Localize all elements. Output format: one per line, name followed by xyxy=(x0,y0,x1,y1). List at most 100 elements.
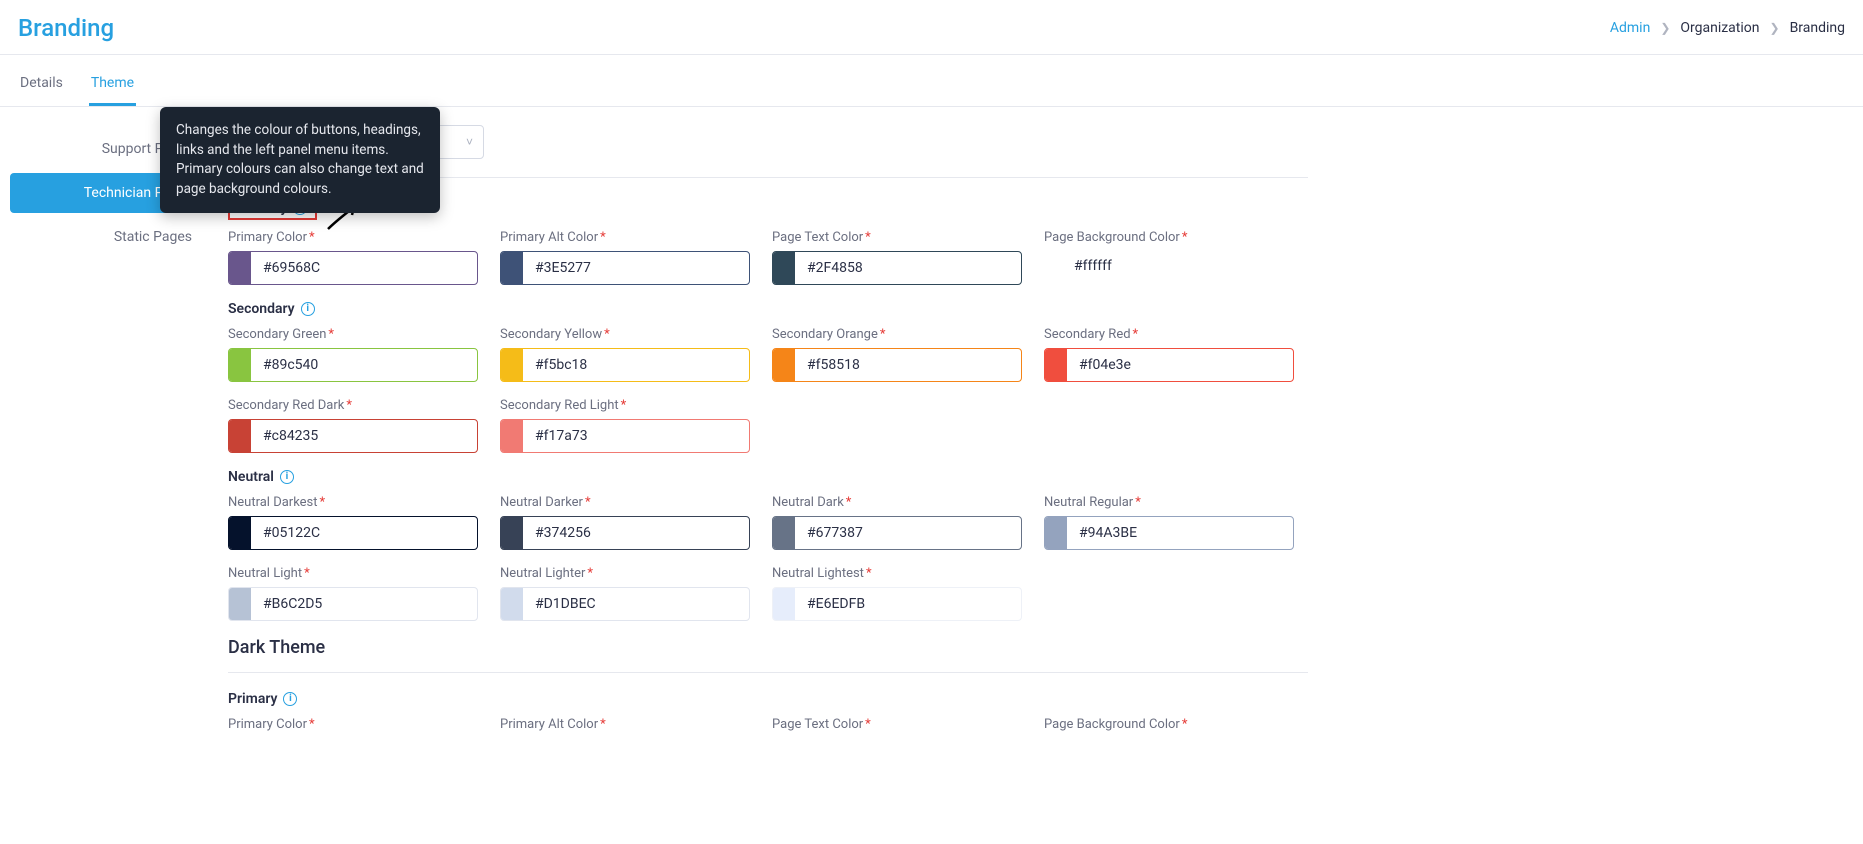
field-label: Primary Alt Color xyxy=(500,230,598,245)
field-secondary-orange: Secondary Orange* #f58518 xyxy=(772,327,1022,382)
color-value: #94A3BE xyxy=(1067,525,1137,541)
chevron-right-icon: ❯ xyxy=(1770,21,1780,35)
required-icon: * xyxy=(866,566,872,581)
field-label: Neutral Light xyxy=(228,566,302,581)
color-input[interactable]: #94A3BE xyxy=(1044,516,1294,550)
field-label: Secondary Red Dark xyxy=(228,398,344,413)
color-value: #f58518 xyxy=(795,357,860,373)
color-input[interactable]: #05122C xyxy=(228,516,478,550)
color-input[interactable]: #3E5277 xyxy=(500,251,750,285)
color-swatch xyxy=(773,349,795,381)
field-neutral-lightest: Neutral Lightest* #E6EDFB xyxy=(772,566,1022,621)
color-swatch xyxy=(773,252,795,284)
color-swatch xyxy=(773,517,795,549)
color-value: #374256 xyxy=(523,525,591,541)
chevron-down-icon: ˅ xyxy=(466,135,473,149)
field-label: Primary Color xyxy=(228,230,307,245)
color-swatch xyxy=(229,517,251,549)
field-label: Neutral Lightest xyxy=(772,566,864,581)
field-label: Secondary Orange xyxy=(772,327,878,342)
field-dark-primary-color: Primary Color* xyxy=(228,717,478,738)
breadcrumb-admin[interactable]: Admin xyxy=(1610,20,1650,36)
field-neutral-light: Neutral Light* #B6C2D5 xyxy=(228,566,478,621)
field-secondary-green: Secondary Green* #89c540 xyxy=(228,327,478,382)
color-input[interactable]: #69568C xyxy=(228,251,478,285)
breadcrumb-branding: Branding xyxy=(1790,20,1845,36)
breadcrumb: Admin ❯ Organization ❯ Branding xyxy=(1610,20,1845,36)
color-value: #c84235 xyxy=(251,428,318,444)
group-heading-secondary: Secondary i xyxy=(228,301,315,317)
field-neutral-darkest: Neutral Darkest* #05122C xyxy=(228,495,478,550)
color-value: #3E5277 xyxy=(523,260,591,276)
color-input[interactable]: #f58518 xyxy=(772,348,1022,382)
body: Changes the colour of buttons, headings,… xyxy=(0,107,1863,772)
color-input[interactable]: #B6C2D5 xyxy=(228,587,478,621)
color-swatch xyxy=(229,349,251,381)
color-input[interactable]: #c84235 xyxy=(228,419,478,453)
color-value: #f5bc18 xyxy=(523,357,587,373)
color-value: #05122C xyxy=(251,525,320,541)
info-icon[interactable]: i xyxy=(280,470,294,484)
breadcrumb-organization[interactable]: Organization xyxy=(1680,20,1759,36)
sidebar-item-static-pages[interactable]: Static Pages xyxy=(10,217,210,257)
required-icon: * xyxy=(1182,717,1188,732)
required-icon: * xyxy=(1135,495,1141,510)
field-label: Neutral Regular xyxy=(1044,495,1133,510)
field-label: Secondary Green xyxy=(228,327,326,342)
field-secondary-yellow: Secondary Yellow* #f5bc18 xyxy=(500,327,750,382)
color-input[interactable]: #89c540 xyxy=(228,348,478,382)
field-dark-page-text-color: Page Text Color* xyxy=(772,717,1022,738)
field-label: Neutral Lighter xyxy=(500,566,585,581)
tab-theme[interactable]: Theme xyxy=(89,63,136,106)
field-neutral-lighter: Neutral Lighter* #D1DBEC xyxy=(500,566,750,621)
color-value: #677387 xyxy=(795,525,863,541)
required-icon: * xyxy=(1133,327,1139,342)
color-input[interactable]: #374256 xyxy=(500,516,750,550)
required-icon: * xyxy=(600,230,606,245)
color-swatch xyxy=(229,420,251,452)
required-icon: * xyxy=(865,230,871,245)
group-secondary: Secondary i Secondary Green* #89c540 Sec… xyxy=(228,301,1428,453)
chevron-right-icon: ❯ xyxy=(1660,21,1670,35)
color-value: #E6EDFB xyxy=(795,596,865,612)
color-swatch xyxy=(773,588,795,620)
color-swatch xyxy=(229,588,251,620)
required-icon: * xyxy=(621,398,627,413)
divider xyxy=(228,672,1308,673)
info-icon[interactable]: i xyxy=(301,302,315,316)
group-neutral: Neutral i Neutral Darkest* #05122C Neutr… xyxy=(228,469,1428,621)
color-input[interactable]: #2F4858 xyxy=(772,251,1022,285)
field-neutral-dark: Neutral Dark* #677387 xyxy=(772,495,1022,550)
field-label: Primary Color xyxy=(228,717,307,732)
required-icon: * xyxy=(600,717,606,732)
color-input[interactable]: #f5bc18 xyxy=(500,348,750,382)
field-dark-primary-alt-color: Primary Alt Color* xyxy=(500,717,750,738)
field-primary-color: Primary Color* #69568C xyxy=(228,230,478,285)
color-value[interactable]: #ffffff xyxy=(1044,251,1294,281)
color-input[interactable]: #677387 xyxy=(772,516,1022,550)
color-input[interactable]: #f04e3e xyxy=(1044,348,1294,382)
required-icon: * xyxy=(865,717,871,732)
tab-details[interactable]: Details xyxy=(18,63,65,106)
color-swatch xyxy=(1045,349,1067,381)
field-label: Page Background Color xyxy=(1044,230,1180,245)
field-neutral-darker: Neutral Darker* #374256 xyxy=(500,495,750,550)
field-label: Page Text Color xyxy=(772,230,863,245)
color-input[interactable]: #D1DBEC xyxy=(500,587,750,621)
color-swatch xyxy=(229,252,251,284)
required-icon: * xyxy=(328,327,334,342)
primary-tooltip: Changes the colour of buttons, headings,… xyxy=(160,107,440,213)
color-swatch xyxy=(501,252,523,284)
field-dark-page-background-color: Page Background Color* xyxy=(1044,717,1294,738)
field-label: Secondary Yellow xyxy=(500,327,602,342)
required-icon: * xyxy=(320,495,326,510)
color-input[interactable]: #E6EDFB xyxy=(772,587,1022,621)
info-icon[interactable]: i xyxy=(283,692,297,706)
page-header: Branding Admin ❯ Organization ❯ Branding xyxy=(0,0,1863,55)
required-icon: * xyxy=(304,566,310,581)
color-value: #89c540 xyxy=(251,357,318,373)
required-icon: * xyxy=(346,398,352,413)
color-value: #D1DBEC xyxy=(523,596,596,612)
field-label: Neutral Darker xyxy=(500,495,583,510)
color-input[interactable]: #f17a73 xyxy=(500,419,750,453)
